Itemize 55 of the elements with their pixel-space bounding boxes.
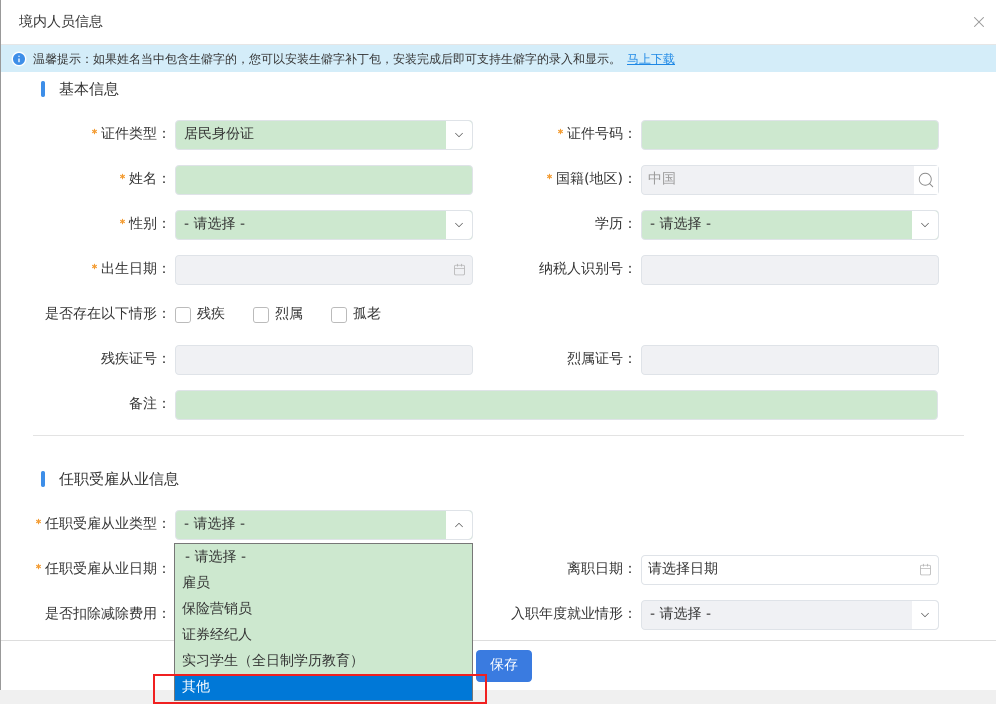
section-marker <box>41 81 45 97</box>
dropdown-option[interactable]: 其他 <box>175 674 472 700</box>
section-title: 任职受雇从业信息 <box>59 468 179 490</box>
field-label: 备注： <box>129 395 171 414</box>
checkbox-option[interactable]: 烈属 <box>253 304 303 325</box>
required-icon <box>90 262 99 271</box>
input-field[interactable] <box>175 164 473 194</box>
field-label: 是否扣除减除费用： <box>45 605 171 624</box>
select-field[interactable]: - 请选择 - <box>175 510 473 540</box>
field-label: 国籍(地区)： <box>556 170 637 189</box>
field-label: 姓名： <box>129 170 171 189</box>
field-label: 证件号码： <box>567 125 637 144</box>
required-icon <box>34 562 43 571</box>
required-icon <box>545 172 554 181</box>
input-field[interactable] <box>641 120 939 150</box>
select-field[interactable]: 居民身份证 <box>175 120 473 150</box>
section-title: 基本信息 <box>59 78 119 100</box>
select-field[interactable]: - 请选择 - <box>175 210 473 240</box>
checkbox-option[interactable]: 残疾 <box>175 304 225 325</box>
calendar-icon <box>919 563 932 576</box>
field-label: 学历： <box>595 215 637 234</box>
field-label: 入职年度就业情形： <box>511 605 637 624</box>
required-icon <box>90 127 99 136</box>
field-label: 纳税人识别号： <box>539 260 637 279</box>
select-field[interactable]: - 请选择 - <box>641 210 939 240</box>
checkbox-option[interactable]: 孤老 <box>331 304 381 325</box>
field-label: 离职日期： <box>567 560 637 579</box>
section-marker <box>41 471 45 487</box>
field-label: 任职受雇从业类型： <box>45 515 171 534</box>
required-icon <box>118 217 127 226</box>
dialog-title: 境内人员信息 <box>19 12 103 32</box>
checkbox[interactable] <box>331 306 347 322</box>
required-icon <box>556 127 565 136</box>
field-label: 是否存在以下情形： <box>45 305 171 324</box>
save-button[interactable]: 保存 <box>476 650 532 682</box>
field-label: 残疾证号： <box>101 350 171 369</box>
field-label: 任职受雇从业日期： <box>45 560 171 579</box>
field-label: 证件类型： <box>101 125 171 144</box>
dropdown-option[interactable]: 保险营销员 <box>175 596 472 622</box>
field-label: 烈属证号： <box>567 350 637 369</box>
notice-text: 温馨提示：如果姓名当中包含生僻字的，您可以安装生僻字补丁包，安装完成后即可支持生僻字的录入和显示。 <box>33 50 621 68</box>
dropdown-option[interactable]: 证券经纪人 <box>175 622 472 648</box>
input-field[interactable] <box>175 390 938 420</box>
calendar-icon <box>453 263 466 276</box>
info-icon <box>11 50 27 66</box>
checkbox[interactable] <box>175 306 191 322</box>
dropdown-option[interactable]: 雇员 <box>175 570 472 596</box>
dropdown-option[interactable]: 实习学生（全日制学历教育） <box>175 648 472 674</box>
field-label: 性别： <box>129 215 171 234</box>
checkbox[interactable] <box>253 306 269 322</box>
field-label: 出生日期： <box>101 260 171 279</box>
dropdown-option[interactable]: - 请选择 - <box>175 544 472 570</box>
required-icon <box>118 172 127 181</box>
required-icon <box>34 517 43 526</box>
date-field[interactable]: 请选择日期 <box>641 554 939 584</box>
